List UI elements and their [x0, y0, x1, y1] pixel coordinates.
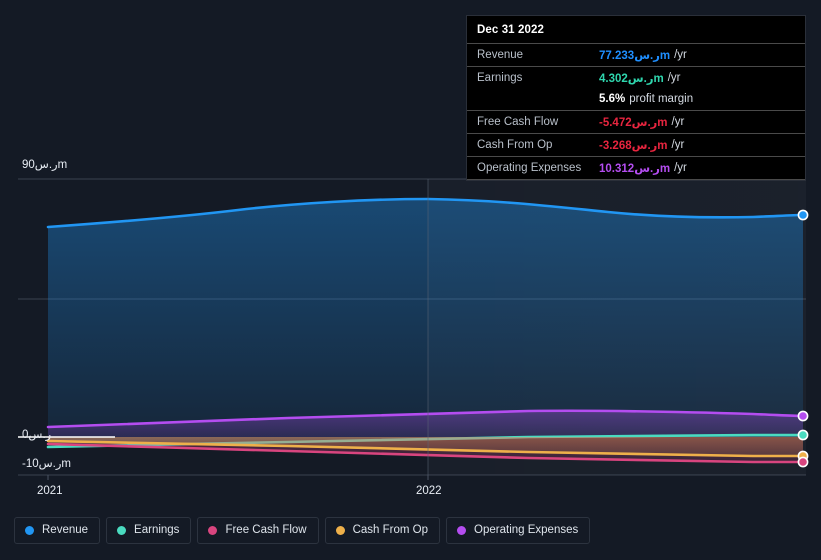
y-axis-label-top: 90ر.سm — [22, 159, 68, 171]
tooltip-date-title: Dec 31 2022 — [477, 24, 544, 36]
legend-item-cash-from-op[interactable]: Cash From Op — [324, 517, 441, 544]
legend-dot-operating-expenses-icon — [457, 526, 467, 535]
tooltip-value-operating-expenses: 10.312ر.سm — [599, 163, 671, 175]
chart-legend: Revenue Earnings Free Cash Flow Cash Fro… — [14, 517, 591, 544]
tooltip-label-profit-margin: profit margin — [629, 93, 694, 105]
y-axis-label-zero: 0ر.س — [22, 429, 52, 441]
x-tick-marks — [47, 475, 429, 480]
tooltip-row-profit-margin: 5.6% profit margin — [467, 89, 805, 110]
tooltip-value-free-cash-flow: -5.472ر.سm — [599, 117, 668, 129]
tooltip-unit-revenue: /yr — [674, 49, 687, 61]
legend-item-earnings[interactable]: Earnings — [106, 517, 192, 544]
tooltip-unit-earnings: /yr — [667, 72, 681, 84]
tooltip-row-revenue: Revenue 77.233ر.سm /yr — [467, 43, 805, 66]
tooltip-value-revenue: 77.233ر.سm — [599, 50, 671, 62]
legend-dot-free-cash-flow-icon — [208, 526, 218, 535]
tooltip-label-revenue: Revenue — [477, 49, 524, 61]
tooltip-row-free-cash-flow: Free Cash Flow -5.472ر.سm /yr — [467, 110, 805, 133]
tooltip-unit-operating-expenses: /yr — [674, 162, 687, 174]
legend-dot-revenue-icon — [25, 526, 34, 535]
series-revenue — [46, 197, 805, 437]
tooltip-value-earnings: 4.302ر.سm — [599, 73, 664, 85]
legend-dot-earnings-icon — [117, 526, 127, 535]
tooltip-row-earnings: Earnings 4.302ر.سm /yr — [467, 66, 805, 89]
x-axis-label-2022: 2022 — [416, 485, 442, 497]
financial-chart-widget: 90ر.سm 0ر.س -10ر.سm 2021 2022 Dec 31 202… — [0, 0, 821, 560]
endpoint-revenue — [797, 209, 809, 221]
tooltip-value-cash-from-op: -3.268ر.سm — [599, 140, 668, 152]
tooltip-unit-cash-from-op: /yr — [671, 139, 685, 151]
tooltip-value-profit-margin: 5.6% — [599, 93, 626, 105]
tooltip-label-cash-from-op: Cash From Op — [477, 139, 553, 151]
legend-item-free-cash-flow[interactable]: Free Cash Flow — [197, 517, 319, 544]
chart-tooltip: Dec 31 2022 Revenue 77.233ر.سm /yr Earni… — [466, 15, 806, 181]
legend-label-revenue: Revenue — [42, 523, 89, 536]
endpoint-earnings — [797, 429, 809, 441]
legend-label-cash-from-op: Cash From Op — [352, 523, 429, 536]
endpoint-operating-expenses — [797, 410, 809, 422]
legend-label-earnings: Earnings — [134, 523, 180, 536]
legend-item-operating-expenses[interactable]: Operating Expenses — [446, 517, 591, 544]
tooltip-label-free-cash-flow: Free Cash Flow — [477, 116, 559, 128]
y-axis-label-negative: -10ر.سm — [22, 458, 72, 470]
legend-item-revenue[interactable]: Revenue — [14, 517, 101, 544]
tooltip-label-earnings: Earnings — [477, 72, 523, 84]
endpoint-free-cash-flow — [797, 456, 809, 468]
legend-label-free-cash-flow: Free Cash Flow — [225, 523, 307, 536]
tooltip-unit-free-cash-flow: /yr — [671, 116, 685, 128]
tooltip-row-cash-from-op: Cash From Op -3.268ر.سm /yr — [467, 133, 805, 156]
legend-dot-cash-from-op-icon — [335, 526, 345, 535]
tooltip-row-operating-expenses: Operating Expenses 10.312ر.سm /yr — [467, 156, 805, 180]
tooltip-label-operating-expenses: Operating Expenses — [477, 162, 582, 174]
legend-label-operating-expenses: Operating Expenses — [474, 523, 579, 536]
x-axis-label-2021: 2021 — [37, 485, 63, 497]
